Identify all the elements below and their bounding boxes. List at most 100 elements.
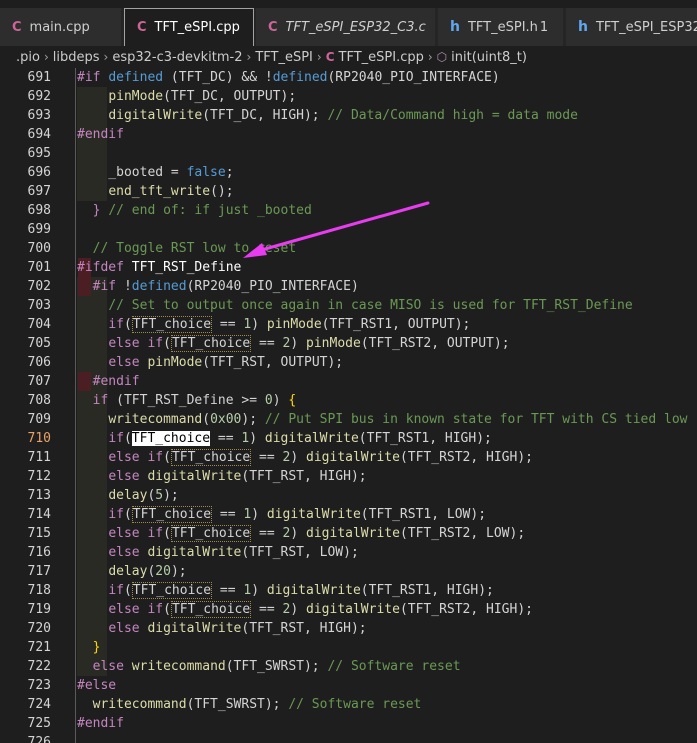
code-line[interactable]: 704 if(TFT_choice == 1) pinMode(TFT_RST1…	[0, 315, 697, 334]
code-line[interactable]: 693 digitalWrite(TFT_DC, HIGH); // Data/…	[0, 106, 697, 125]
code-line[interactable]: 716 else digitalWrite(TFT_RST, LOW);	[0, 543, 697, 562]
line-number: 715	[27, 526, 51, 541]
code-text: #if !defined(RP2040_PIO_INTERFACE)	[92, 279, 359, 294]
breadcrumb-segment[interactable]: .pio	[16, 50, 40, 65]
breadcrumb-segment[interactable]: libdeps	[53, 50, 100, 65]
line-number: 718	[27, 583, 51, 598]
chevron-right-icon: ›	[43, 50, 49, 64]
code-line[interactable]: 705 else if(TFT_choice == 2) pinMode(TFT…	[0, 334, 697, 353]
code-line[interactable]: 696 _booted = false;	[0, 163, 697, 182]
code-line[interactable]: 712 else digitalWrite(TFT_RST, HIGH);	[0, 467, 697, 486]
line-number: 694	[27, 127, 51, 142]
code-line[interactable]: 709 writecommand(0x00); // Put SPI bus i…	[0, 410, 697, 429]
line-number: 717	[27, 564, 51, 579]
window-top-strip	[0, 0, 697, 8]
code-text: else if(TFT_choice == 2) digitalWrite(TF…	[108, 601, 533, 618]
breadcrumb-segment[interactable]: TFT_eSPI.cpp	[339, 50, 424, 65]
line-number: 704	[27, 317, 51, 332]
breadcrumb-segment[interactable]: TFT_eSPI	[255, 50, 313, 65]
code-line[interactable]: 722 else writecommand(TFT_SWRST); // Sof…	[0, 657, 697, 676]
tab-tft-espi-esp32-c[interactable]: h TFT_eSPI_ESP32_C	[566, 8, 697, 46]
code-text: }	[92, 640, 101, 655]
code-text: #endif	[77, 716, 124, 731]
code-editor[interactable]: 691 #if defined (TFT_DC) && !defined(RP20…	[0, 68, 697, 743]
code-text: else digitalWrite(TFT_RST, HIGH);	[108, 469, 367, 484]
method-cube-icon: ⬡	[436, 50, 448, 64]
code-line[interactable]: 695	[0, 144, 697, 163]
tab-main-cpp[interactable]: Cmain.cpp	[0, 8, 122, 46]
line-number: 702	[27, 279, 51, 294]
line-number: 711	[27, 450, 51, 465]
line-number: 697	[27, 184, 51, 199]
line-number: 714	[27, 507, 51, 522]
editor-tab-bar: Cmain.cppCTFT_eSPI.cpp×CTFT_eSPI_ESP32_C…	[0, 8, 697, 46]
code-line[interactable]: 715 else if(TFT_choice == 2) digitalWrit…	[0, 524, 697, 543]
code-line[interactable]: 714 if(TFT_choice == 1) digitalWrite(TFT…	[0, 505, 697, 524]
code-line[interactable]: 725 #endif	[0, 714, 697, 733]
code-line[interactable]: 707 #endif	[0, 372, 697, 391]
code-text: if (TFT_RST_Define >= 0) {	[92, 393, 297, 408]
chevron-right-icon: ›	[427, 50, 433, 64]
breadcrumb: .pio › libdeps › esp32-c3-devkitm-2 › TFT_eSPI…	[0, 46, 697, 68]
code-line[interactable]: 718 if(TFT_choice == 1) digitalWrite(TFT…	[0, 581, 697, 600]
tab-label: main.cpp	[29, 19, 90, 35]
code-line[interactable]: 713 delay(5);	[0, 486, 697, 505]
code-text: if(TFT_choice == 1) digitalWrite(TFT_RST…	[108, 506, 487, 523]
code-line[interactable]: 717 delay(20);	[0, 562, 697, 581]
line-number: 722	[27, 659, 51, 674]
code-line[interactable]: 708 if (TFT_RST_Define >= 0) {	[0, 391, 697, 410]
line-number: 721	[27, 640, 51, 655]
code-line[interactable]: 702 #if !defined(RP2040_PIO_INTERFACE)	[0, 277, 697, 296]
code-line[interactable]: 711 else if(TFT_choice == 2) digitalWrit…	[0, 448, 697, 467]
code-line[interactable]: 720 else digitalWrite(TFT_RST, HIGH);	[0, 619, 697, 638]
code-text: delay(5);	[108, 488, 179, 503]
line-number: 700	[27, 241, 51, 256]
code-line[interactable]: 697 end_tft_write();	[0, 182, 697, 201]
line-number: 691	[27, 70, 51, 85]
tab-label: TFT_eSPI.h	[467, 19, 538, 35]
code-text: else digitalWrite(TFT_RST, HIGH);	[108, 621, 367, 636]
code-line[interactable]: 700 // Toggle RST low to reset	[0, 239, 697, 258]
code-line[interactable]: 721 }	[0, 638, 697, 657]
line-number: 707	[27, 374, 51, 389]
code-text: else digitalWrite(TFT_RST, LOW);	[108, 545, 359, 560]
line-number: 692	[27, 89, 51, 104]
tab-label: TFT_eSPI_ESP32_C3.c	[285, 19, 426, 35]
code-line[interactable]: 694 #endif	[0, 125, 697, 144]
code-text: #endif	[77, 127, 124, 142]
tab-tft-espi-esp32-c3-c[interactable]: C TFT_eSPI_ESP32_C3.c	[256, 8, 436, 46]
code-line[interactable]: 719 else if(TFT_choice == 2) digitalWrit…	[0, 600, 697, 619]
line-number: 706	[27, 355, 51, 370]
code-line[interactable]: 726	[0, 733, 697, 743]
tab-tft-espi-cpp[interactable]: C TFT_eSPI.cpp ×	[124, 8, 254, 46]
code-line[interactable]: 699	[0, 220, 697, 239]
code-text: // Set to output once again in case MISO…	[108, 298, 633, 313]
chevron-right-icon: ›	[103, 50, 109, 64]
line-number: 698	[27, 203, 51, 218]
header-file-icon: h	[450, 19, 460, 35]
line-number: 723	[27, 678, 51, 693]
code-line[interactable]: 701 #ifdef TFT_RST_Define	[0, 258, 697, 277]
code-text: delay(20);	[108, 564, 187, 579]
code-line[interactable]: 692 pinMode(TFT_DC, OUTPUT);	[0, 87, 697, 106]
line-number: 703	[27, 298, 51, 313]
code-text: else writecommand(TFT_SWRST); // Softwar…	[92, 659, 461, 674]
code-line[interactable]: 706 else pinMode(TFT_RST, OUTPUT);	[0, 353, 697, 372]
breadcrumb-segment[interactable]: init(uint8_t)	[451, 50, 527, 65]
code-line[interactable]: 723 #else	[0, 676, 697, 695]
line-number: 719	[27, 602, 51, 617]
line-number: 716	[27, 545, 51, 560]
code-line[interactable]: 698 } // end of: if just _booted	[0, 201, 697, 220]
code-line[interactable]: 710 if(TFT_choice == 1) digitalWrite(TFT…	[0, 429, 697, 448]
code-text: } // end of: if just _booted	[92, 203, 312, 218]
close-tab-icon[interactable]: ×	[252, 20, 253, 36]
code-line[interactable]: 691 #if defined (TFT_DC) && !defined(RP20…	[0, 68, 697, 87]
tab-tft-espi-h[interactable]: h TFT_eSPI.h 1	[438, 8, 564, 46]
line-number: 693	[27, 108, 51, 123]
code-line[interactable]: 703 // Set to output once again in case …	[0, 296, 697, 315]
code-line[interactable]: 724 writecommand(TFT_SWRST); // Software…	[0, 695, 697, 714]
breadcrumb-segment[interactable]: esp32-c3-devkitm-2	[112, 50, 242, 65]
line-number: 709	[27, 412, 51, 427]
code-text: else if(TFT_choice == 2) digitalWrite(TF…	[108, 525, 526, 542]
chevron-right-icon: ›	[246, 50, 252, 64]
